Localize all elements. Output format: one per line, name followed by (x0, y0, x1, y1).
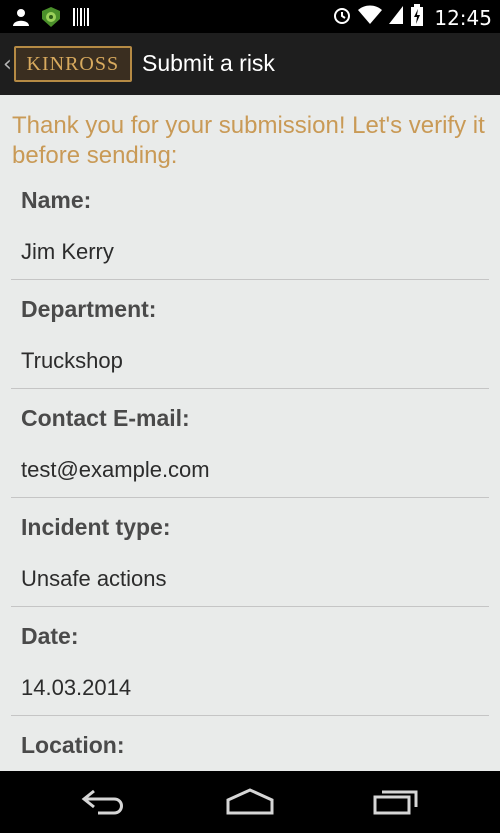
nav-home-button[interactable] (220, 785, 280, 821)
field-department: Department: Truckshop (11, 280, 489, 389)
field-value: Unsafe actions (21, 566, 167, 591)
field-label: Contact E-mail: (21, 405, 190, 431)
intro-text: Thank you for your submission! Let's ver… (12, 112, 485, 169)
kinross-logo: KINROSS (13, 46, 132, 82)
field-name: Name: Jim Kerry (11, 171, 489, 280)
field-label: Incident type: (21, 514, 171, 540)
field-contact-email: Contact E-mail: test@example.com (11, 389, 489, 498)
field-label: Name: (21, 187, 92, 213)
up-navigation-button[interactable]: ‹ KINROSS (0, 33, 140, 95)
field-label: Date: (21, 623, 79, 649)
field-label: Location: (21, 732, 125, 758)
field-location: Location: (11, 716, 489, 758)
signal-icon (388, 5, 404, 30)
field-value: Truckshop (21, 348, 123, 373)
page-title: Submit a risk (142, 50, 275, 76)
person-icon (12, 8, 30, 31)
chevron-left-icon: ‹ (3, 51, 12, 77)
action-bar: ‹ KINROSS Submit a risk (0, 33, 500, 95)
field-value: Jim Kerry (21, 239, 114, 264)
clock: 12:45 (434, 5, 492, 30)
field-value: test@example.com (21, 457, 210, 482)
recent-apps-icon (372, 787, 420, 820)
nav-back-button[interactable] (74, 785, 134, 821)
field-date: Date: 14.03.2014 (11, 607, 489, 716)
nav-recent-apps-button[interactable] (366, 785, 426, 821)
alarm-icon (332, 5, 352, 30)
back-icon (80, 787, 128, 820)
status-bar: 12:45 (0, 0, 500, 33)
android-badge-icon (40, 6, 62, 33)
system-nav-bar (0, 771, 500, 833)
wifi-icon (358, 5, 383, 30)
barcode-icon (72, 7, 90, 32)
submission-summary[interactable]: Thank you for your submission! Let's ver… (0, 95, 500, 771)
field-value: 14.03.2014 (21, 675, 132, 700)
field-incident-type: Incident type: Unsafe actions (11, 498, 489, 607)
battery-charging-icon (410, 4, 424, 31)
home-icon (225, 787, 275, 820)
field-label: Department: (21, 296, 157, 322)
